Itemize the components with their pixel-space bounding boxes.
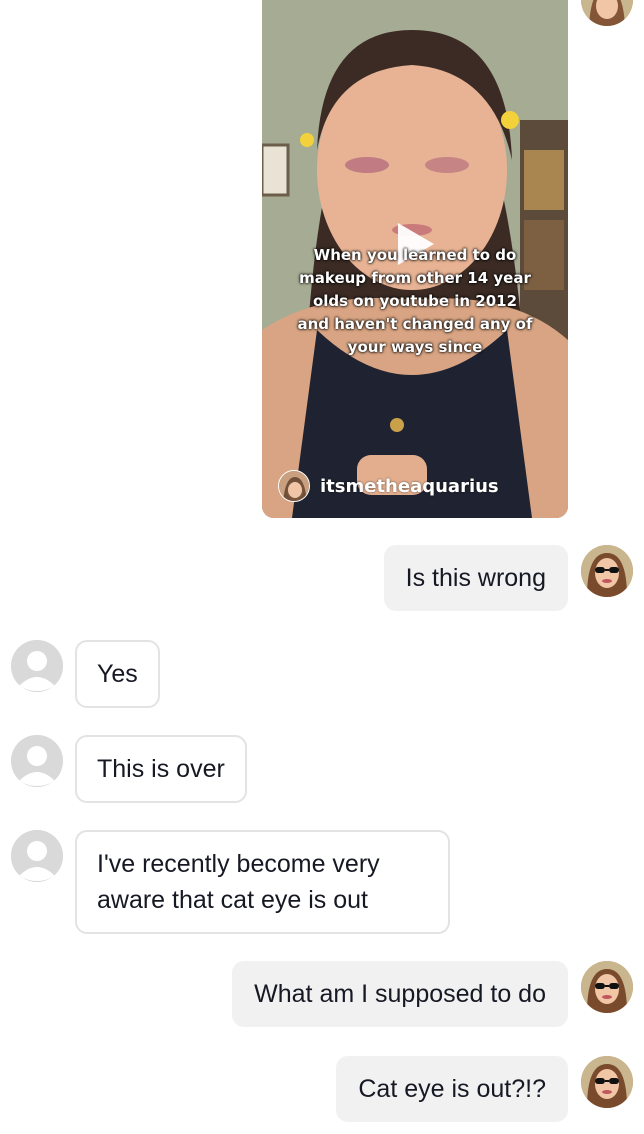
message-text: Is this wrong [405,564,546,592]
self-avatar[interactable] [581,545,633,597]
self-avatar[interactable] [581,961,633,1013]
video-author-row[interactable]: itsmetheaquarius [278,470,499,502]
shared-video-card[interactable]: When you learned to do makeup from other… [262,0,568,518]
message-text: What am I supposed to do [254,980,546,1008]
video-author-name: itsmetheaquarius [320,475,499,497]
self-avatar[interactable] [581,0,633,26]
message-text: This is over [97,755,225,783]
message-text: I've recently become very aware that cat… [97,850,380,914]
message-text: Cat eye is out?!? [358,1075,546,1103]
message-bubble-sent[interactable]: Cat eye is out?!? [336,1056,568,1122]
video-caption: When you learned to do makeup from other… [297,246,533,356]
chat-screen: When you learned to do makeup from other… [0,0,644,1134]
message-bubble-received[interactable]: I've recently become very aware that cat… [75,830,450,934]
contact-avatar[interactable] [11,735,63,787]
message-text: Yes [97,660,138,688]
message-bubble-sent[interactable]: What am I supposed to do [232,961,568,1027]
contact-avatar[interactable] [11,830,63,882]
video-author-avatar [278,470,310,502]
self-avatar[interactable] [581,1056,633,1108]
message-bubble-received[interactable]: Yes [75,640,160,708]
message-bubble-sent[interactable]: Is this wrong [383,545,568,611]
contact-avatar[interactable] [11,640,63,692]
message-bubble-received[interactable]: This is over [75,735,247,803]
